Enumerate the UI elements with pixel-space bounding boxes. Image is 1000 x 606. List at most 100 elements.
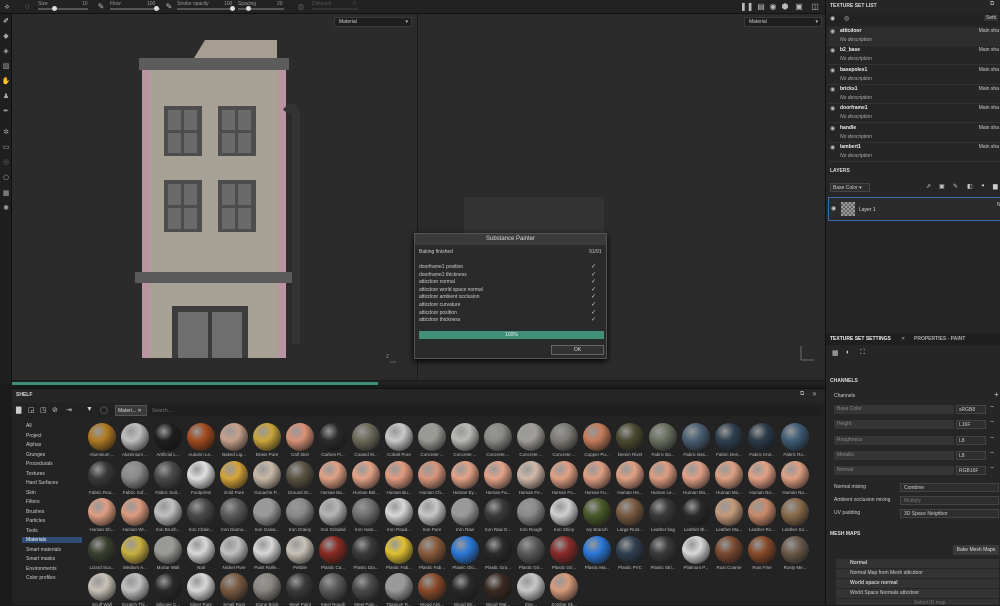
material-item[interactable]: Calf Skin xyxy=(284,423,316,461)
close-tag-icon[interactable]: ✕ xyxy=(137,408,141,414)
material-item[interactable]: Human Wr... xyxy=(119,498,151,536)
flow-slider[interactable] xyxy=(110,8,160,10)
plugin-icon[interactable]: ✺ xyxy=(1,204,11,214)
add-folder-icon[interactable]: ◕ xyxy=(981,183,985,189)
material-item[interactable]: Silicone C... xyxy=(152,573,184,606)
material-item[interactable]: Rusty Me... xyxy=(779,535,811,574)
texture-set-item[interactable]: ◉ lambert1 No description Main sha xyxy=(828,143,1000,162)
material-item[interactable]: Human Ba... xyxy=(317,460,349,499)
remove-channel-icon[interactable]: − xyxy=(990,450,994,457)
new-folder-icon[interactable]: ◲ xyxy=(28,406,35,414)
material-item[interactable]: Nickel Pure xyxy=(218,535,250,574)
material-item[interactable]: Plastic Dia... xyxy=(350,535,382,574)
material-item[interactable]: Plastic Gra... xyxy=(482,535,514,574)
mesh-map-source[interactable]: World Space Normals atticdoor xyxy=(836,589,999,598)
python-icon[interactable]: ⎔ xyxy=(1,174,11,184)
material-item[interactable]: Human Fu... xyxy=(581,460,613,499)
material-item[interactable]: Fabric Suit... xyxy=(152,460,184,499)
material-item[interactable]: Human Ch... xyxy=(416,460,448,499)
material-item[interactable]: Steel Rough xyxy=(317,573,349,606)
material-item[interactable]: Mortar Wall xyxy=(152,535,184,574)
material-item[interactable]: Zinc... xyxy=(515,573,547,606)
material-item[interactable]: Copper Pu... xyxy=(581,423,613,461)
add-fill-layer-icon[interactable]: ✎ xyxy=(953,183,958,190)
shelf-category-particles[interactable]: Particles xyxy=(26,518,45,524)
material-item[interactable]: Plastic Gri... xyxy=(548,535,580,574)
material-item[interactable]: Fabric Bas... xyxy=(680,423,712,461)
channel-format-select[interactable]: L8 xyxy=(956,450,986,460)
shelf-category-all[interactable]: All xyxy=(26,423,32,429)
material-item[interactable]: Plastic Glo... xyxy=(449,535,481,574)
material-item[interactable]: Zombie Sk... xyxy=(548,573,580,606)
spacing-value[interactable]: 20 xyxy=(277,1,283,7)
texture-set-item[interactable]: ◉ atticdoor No description Main sha xyxy=(828,27,1000,46)
material-item[interactable]: Footprints xyxy=(185,460,217,499)
brush-settings-icon[interactable]: ⟡ xyxy=(2,2,12,12)
material-item[interactable]: Human Bu... xyxy=(383,460,415,499)
texture-set-item[interactable]: ◉ handle No description Main sha xyxy=(828,124,1000,143)
material-item[interactable]: Human Fe... xyxy=(515,460,547,499)
channel-format-select[interactable]: sRGB8 xyxy=(956,405,986,414)
material-item[interactable]: Small Rust xyxy=(218,573,250,606)
pause-icon[interactable]: ❚❚ xyxy=(740,2,753,12)
material-item[interactable]: Concrete ... xyxy=(482,423,514,461)
texture-set-shader[interactable]: Main sha xyxy=(979,125,999,131)
viewport-3d[interactable]: Material ▾ Z xyxy=(12,14,417,380)
shelf-category-smart-materials[interactable]: Smart materials xyxy=(26,547,61,553)
smudge-icon[interactable]: ✋ xyxy=(1,77,11,87)
shelf-category-materials[interactable]: Materials xyxy=(22,537,82,543)
filter-icon[interactable]: ▼ xyxy=(86,406,93,413)
material-item[interactable]: Human Ey... xyxy=(449,460,481,499)
material-item[interactable]: Artificial L... xyxy=(152,423,184,461)
remove-channel-icon[interactable]: − xyxy=(990,419,994,426)
material-item[interactable]: Human Le... xyxy=(647,460,679,499)
material-item[interactable]: Concrete ... xyxy=(416,423,448,461)
texture-set-item[interactable]: ◉ basepoles1 No description Main sha xyxy=(828,66,1000,85)
projection-icon[interactable]: ◈ xyxy=(1,47,11,57)
texture-set-shader[interactable]: Main sha xyxy=(979,67,999,73)
material-item[interactable]: Scuff Wall xyxy=(86,573,118,606)
material-item[interactable]: Wood Alm... xyxy=(416,573,448,606)
material-item[interactable]: Fabric Knit... xyxy=(746,423,778,461)
settings-gear-icon[interactable]: ✲ xyxy=(1,128,11,138)
material-item[interactable]: Human Mo... xyxy=(680,460,712,499)
iray-icon[interactable]: ◎ xyxy=(1,158,11,168)
material-item[interactable]: Iron Chain... xyxy=(185,498,217,536)
material-item[interactable]: Concrete ... xyxy=(548,423,580,461)
material-item[interactable]: Lizard Sca... xyxy=(86,535,118,574)
texture-set-item[interactable]: ◉ bricks1 No description Main sha xyxy=(828,85,1000,104)
display-icon[interactable]: ▭ xyxy=(1,143,11,153)
ao-mixing-select[interactable]: Multiply xyxy=(900,496,999,505)
ok-button[interactable]: OK xyxy=(551,345,604,355)
material-item[interactable]: Titanium R... xyxy=(383,573,415,606)
material-item[interactable]: Steel Pain... xyxy=(350,573,382,606)
material-item[interactable]: Scratch Thi... xyxy=(119,573,151,606)
texture-set-shader[interactable]: Main sha xyxy=(979,47,999,53)
shelf-category-smart-masks[interactable]: Smart masks xyxy=(26,556,55,562)
texture-set-item[interactable]: ◉ doorframe1 No description Main sha xyxy=(828,104,1000,124)
shelf-category-filters[interactable]: Filters xyxy=(26,499,40,505)
texture-set-shader[interactable]: Main sha xyxy=(979,86,999,92)
shelf-category-tools[interactable]: Tools xyxy=(26,528,38,534)
material-item[interactable]: Leather Ma... xyxy=(713,498,745,536)
maximize-icon[interactable]: ⧉ xyxy=(990,1,994,8)
size-value[interactable]: 10 xyxy=(82,1,88,7)
flow-value[interactable]: 100 xyxy=(147,1,155,7)
import-icon[interactable]: ◳ xyxy=(40,406,47,414)
material-item[interactable]: Iron Rough xyxy=(515,498,547,536)
material-item[interactable]: Autumn Le... xyxy=(185,423,217,461)
loader-icon[interactable]: ◯ xyxy=(100,406,108,414)
material-item[interactable]: Wood Wal... xyxy=(482,573,514,606)
material-item[interactable]: Pebble xyxy=(284,535,316,574)
material-item[interactable]: Plastic PVC xyxy=(614,535,646,574)
material-item[interactable]: Carbon Fi... xyxy=(317,423,349,461)
eye-icon[interactable]: ◉ xyxy=(830,125,835,132)
paint-brush-icon[interactable]: ✐ xyxy=(1,17,11,27)
size-slider[interactable] xyxy=(38,8,88,10)
material-item[interactable]: Fabric Den... xyxy=(713,423,745,461)
tab-properties-paint[interactable]: PROPERTIES - PAINT xyxy=(914,336,965,342)
material-item[interactable]: Iron Raw xyxy=(449,498,481,536)
eye-icon[interactable]: ◉ xyxy=(830,144,835,151)
shelf-category-textures[interactable]: Textures xyxy=(26,471,45,477)
material-item[interactable]: Fabric Ro... xyxy=(779,423,811,461)
